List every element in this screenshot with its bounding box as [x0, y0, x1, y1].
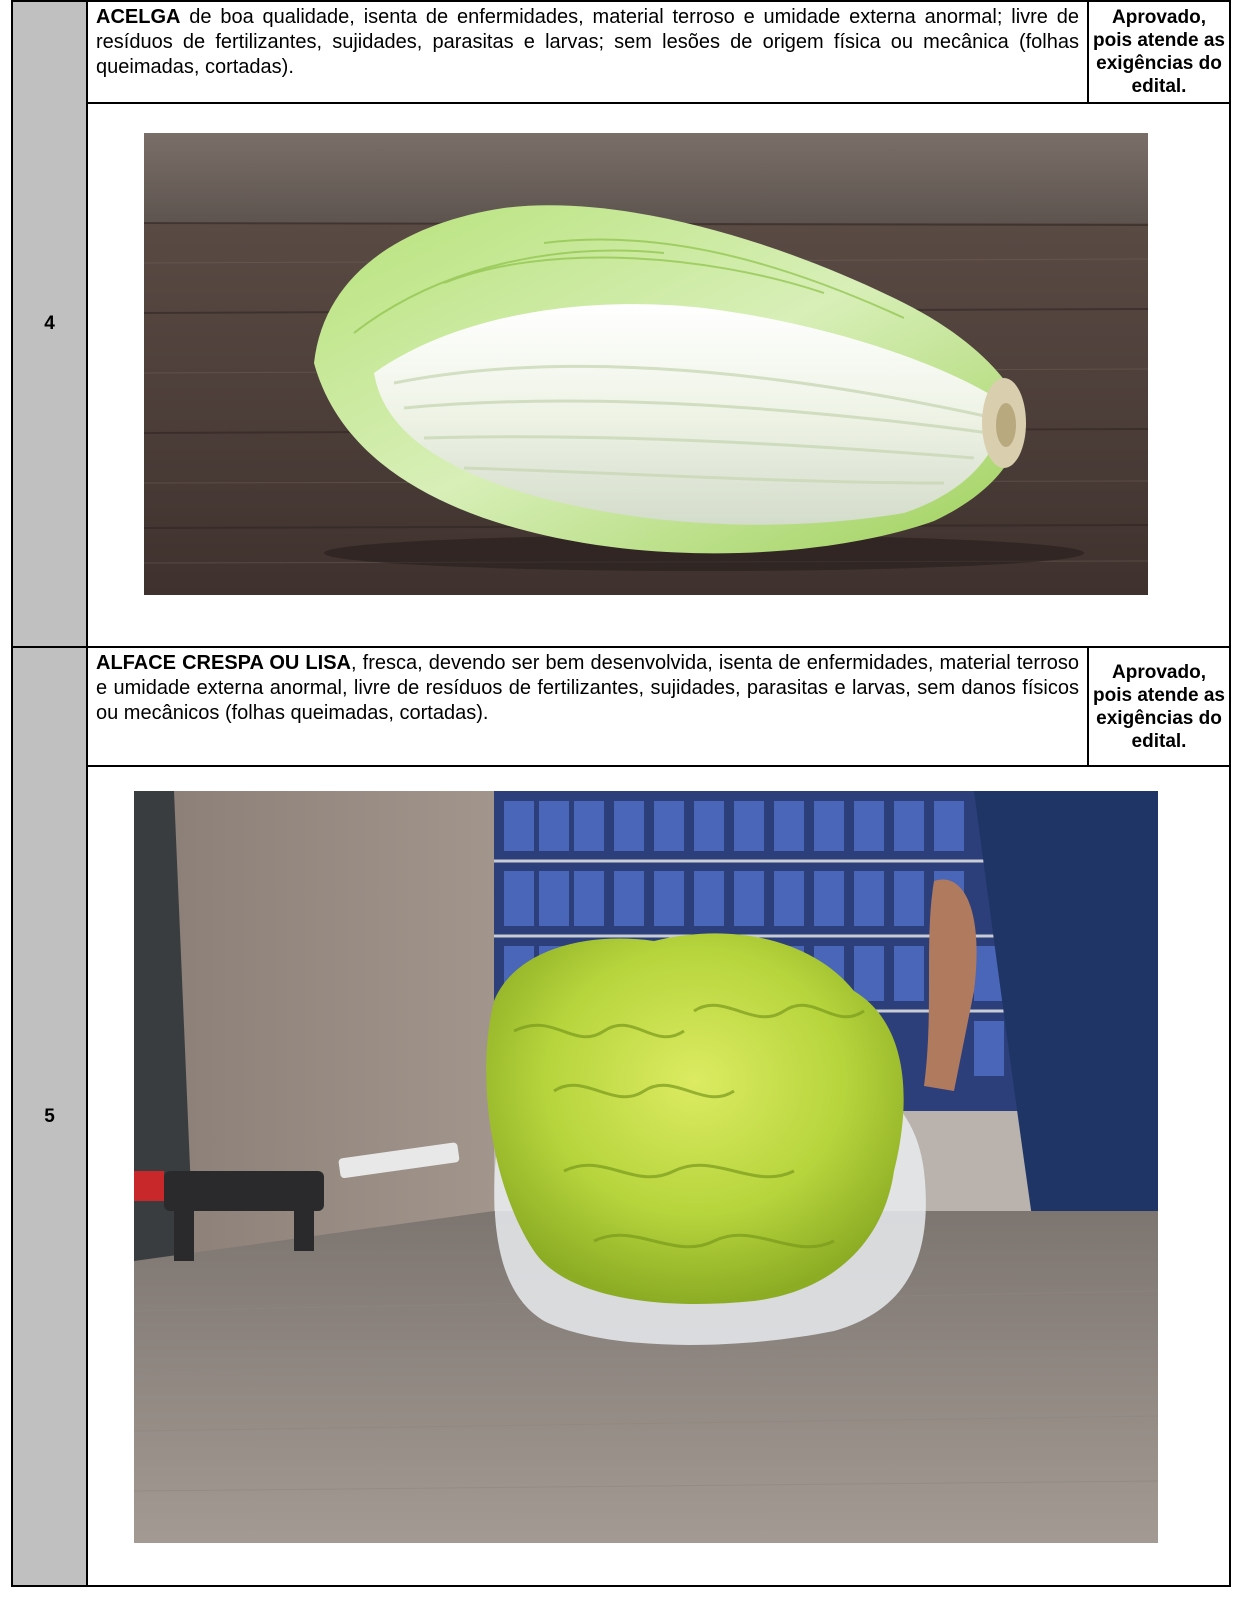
photo-cell [86, 765, 1231, 1587]
photo-cell [86, 102, 1231, 648]
item-description-text: de boa qualidade, isenta de enfermidades… [96, 6, 1079, 78]
item-number: 4 [44, 313, 55, 334]
alface-photo [134, 791, 1158, 1543]
acelga-photo [144, 133, 1148, 595]
status-cell: Aprovado, pois atende as exigências do e… [1087, 646, 1231, 767]
table-row: 5 ALFACE CRESPA OU LISA, fresca, devendo… [11, 646, 1231, 1587]
item-description: ACELGA de boa qualidade, isenta de enfer… [86, 0, 1089, 104]
table-row: 4 ACELGA de boa qualidade, isenta de enf… [11, 0, 1231, 648]
item-number-cell: 5 [11, 646, 88, 1587]
status-cell: Aprovado, pois atende as exigências do e… [1087, 0, 1231, 104]
item-number-cell: 4 [11, 0, 88, 648]
photo-row [12, 765, 1231, 1587]
item-name: ACELGA [96, 6, 181, 28]
item-number: 5 [44, 1105, 55, 1127]
photo-row [12, 102, 1231, 648]
status-text: Aprovado, pois atende as exigências do e… [1093, 7, 1225, 97]
status-text: Aprovado, pois atende as exigências do e… [1093, 661, 1225, 752]
item-description: ALFACE CRESPA OU LISA, fresca, devendo s… [86, 646, 1089, 767]
item-name: ALFACE CRESPA OU LISA [96, 652, 351, 674]
inspection-table: 4 ACELGA de boa qualidade, isenta de enf… [11, 0, 1231, 1587]
